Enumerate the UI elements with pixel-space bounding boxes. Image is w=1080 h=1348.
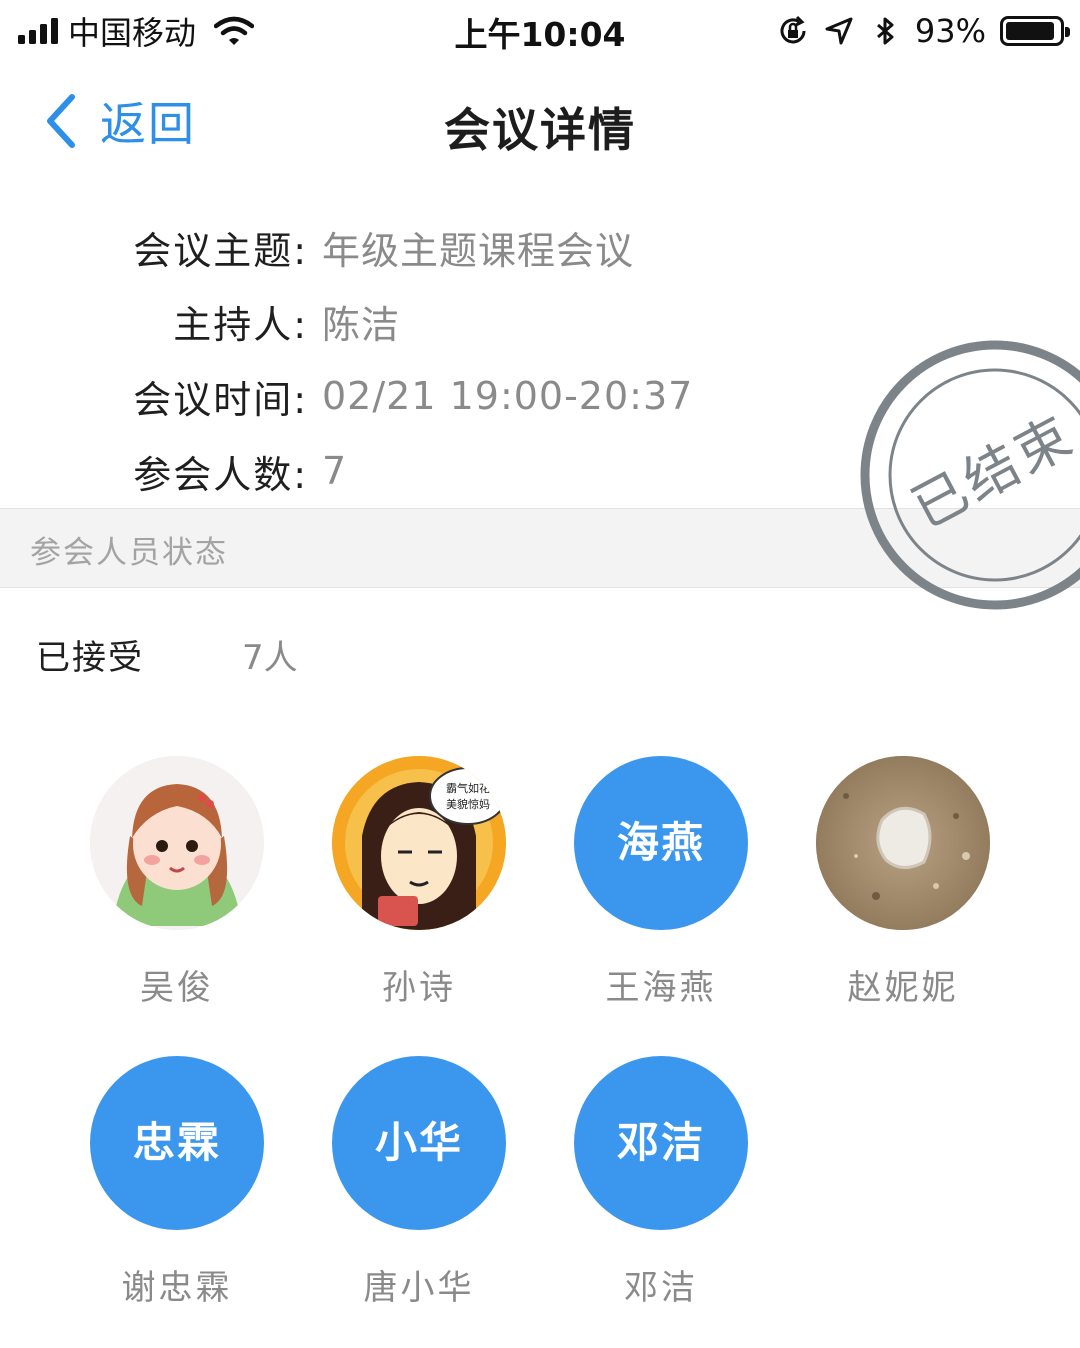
participant-name: 王海燕	[605, 968, 717, 1008]
battery-fill	[1006, 22, 1055, 40]
bubble-line-2: 美貌惊妈	[446, 797, 490, 811]
participant-wanghaiyan[interactable]: 海燕 王海燕	[561, 756, 761, 1009]
topic-row: 会议主题: 年级主题课程会议	[0, 212, 634, 282]
participant-xiezhonglin[interactable]: 忠霖 谢忠霖	[77, 1056, 277, 1309]
section-title: 参会人员状态	[30, 535, 228, 571]
participant-tangxiaohua[interactable]: 小华 唐小华	[319, 1056, 519, 1309]
avatar: 忠霖	[90, 1056, 264, 1230]
avatar: 小华	[332, 1056, 506, 1230]
host-label: 主持人:	[173, 302, 308, 347]
woman-cartoon-avatar-icon: 霸气如花 美貌惊妈	[332, 756, 506, 930]
avatar: 邓洁	[574, 1056, 748, 1230]
participant-wujun[interactable]: 吴俊	[77, 756, 277, 1009]
location-arrow-icon	[825, 17, 853, 45]
avatar	[90, 756, 264, 930]
participant-name: 吴俊	[140, 968, 214, 1008]
page-title: 会议详情	[444, 103, 636, 157]
avatar: 海燕	[574, 756, 748, 930]
participant-name: 邓洁	[624, 1268, 698, 1308]
avatar: 霸气如花 美貌惊妈	[332, 756, 506, 930]
girl-cartoon-avatar-icon	[90, 756, 264, 930]
accepted-count: 7人	[242, 638, 298, 678]
participant-name: 谢忠霖	[121, 1268, 233, 1308]
avatar	[816, 756, 990, 930]
status-right: 93%	[777, 10, 1070, 52]
count-row: 参会人数: 7	[0, 436, 347, 506]
time-value: 02/21 19:00-20:37	[322, 374, 694, 418]
participant-zhaonini[interactable]: 赵妮妮	[803, 756, 1003, 1009]
topic-value: 年级主题课程会议	[322, 228, 635, 273]
participant-dengjie[interactable]: 邓洁 邓洁	[561, 1056, 761, 1309]
topic-label: 会议主题:	[133, 228, 308, 273]
battery-percent: 93%	[914, 12, 986, 50]
sand-stone-photo-icon	[816, 756, 990, 930]
accepted-label: 已接受	[36, 638, 144, 678]
time-row: 会议时间: 02/21 19:00-20:37	[0, 361, 693, 431]
battery-icon	[1000, 16, 1070, 46]
participant-name: 唐小华	[363, 1268, 475, 1308]
participant-sunshi[interactable]: 霸气如花 美貌惊妈 孙诗	[319, 756, 519, 1009]
host-row: 主持人: 陈洁	[0, 286, 400, 356]
count-label: 参会人数:	[133, 452, 308, 497]
orientation-lock-icon	[780, 15, 806, 44]
participant-name: 赵妮妮	[847, 968, 959, 1008]
participant-name: 孙诗	[382, 968, 456, 1008]
bubble-line-1: 霸气如花	[446, 781, 490, 795]
status-bar: 中国移动 上午10:04 93%	[0, 0, 1080, 62]
bluetooth-icon	[876, 17, 894, 45]
section-header: 参会人员状态	[0, 508, 1080, 588]
time-label: 会议时间:	[133, 377, 308, 422]
host-value: 陈洁	[322, 302, 401, 347]
nav-bar: 返回 会议详情	[0, 62, 1080, 182]
count-value: 7	[322, 449, 348, 493]
